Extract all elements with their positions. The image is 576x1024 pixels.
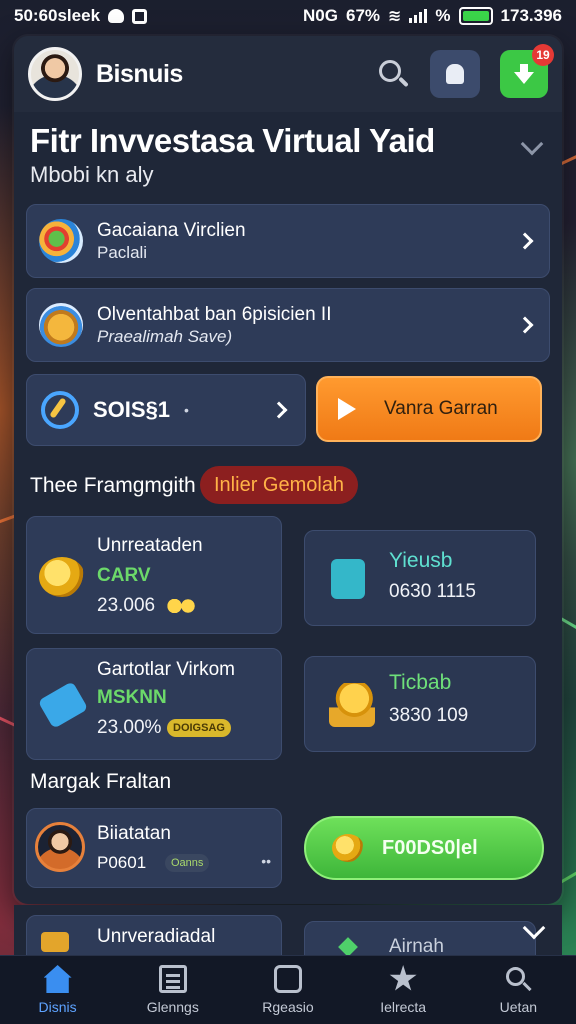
coins-icon — [167, 599, 197, 613]
stat-tag: MSKNN — [97, 687, 167, 708]
stat-mini-tag: DOIGSAG — [167, 719, 231, 737]
stat-title: Yieusb — [389, 549, 453, 572]
profile-name: Biiatatan — [97, 823, 171, 844]
signal-percent: 67% — [345, 6, 381, 25]
brand-title: Bisnuis — [96, 59, 183, 88]
stat-title: Unrreataden — [97, 535, 203, 556]
nav-item-ielrecta[interactable]: Ielrecta — [348, 965, 458, 1015]
nav-label: Rgeasio — [262, 999, 314, 1015]
list-card-2[interactable]: Olventahbat ban 6pisicien II Praealimah … — [26, 288, 550, 362]
clipboard-icon — [273, 965, 302, 993]
diamond-icon — [338, 937, 358, 955]
stat-card-3[interactable]: Gartotlar Virkom MSKNN 23.00% DOIGSAG — [26, 648, 282, 760]
stat-title: Gartotlar Virkom — [97, 659, 235, 680]
nav-item-uetan[interactable]: Uetan — [463, 965, 573, 1015]
filter-pill[interactable]: Inlier Gemolah — [200, 466, 359, 504]
peek-card-2[interactable]: Airnah — [304, 921, 536, 955]
green-cta-button[interactable]: F00DS0|el — [304, 816, 544, 880]
primary-cta-label: Vanra Garran — [384, 398, 498, 419]
peek-title: Airnah — [389, 936, 444, 955]
status-time: 50:60sleek — [14, 6, 101, 25]
stat-value: 0630 1115 — [389, 581, 476, 602]
search-button[interactable] — [376, 57, 410, 91]
primary-cta-button[interactable]: Vanra Garran — [316, 376, 542, 442]
search-icon — [504, 965, 532, 993]
list-card-1[interactable]: Gacaiana Virclien Paclali — [26, 204, 550, 278]
coin-stack-icon — [329, 683, 375, 727]
goal-card[interactable]: SOIS§1 • — [26, 374, 306, 446]
nav-label: Uetan — [499, 999, 538, 1015]
nav-item-glenngs[interactable]: Glenngs — [118, 965, 228, 1015]
basket-icon — [39, 303, 83, 347]
box-icon — [41, 932, 69, 952]
goal-extra: • — [184, 402, 189, 418]
bell-icon — [446, 64, 464, 84]
nav-item-disnis[interactable]: Disnis — [3, 965, 113, 1015]
lower-section: Unrveradiadal Airnah — [14, 905, 562, 955]
list-card-title: Gacaiana Virclien — [97, 219, 246, 241]
more-icon[interactable]: •• — [261, 853, 271, 869]
chevron-down-icon[interactable] — [520, 132, 544, 156]
document-icon — [158, 965, 187, 993]
nav-label: Ielrecta — [380, 999, 427, 1015]
chevron-right-icon — [516, 232, 534, 250]
peek-title: Unrveradiadal — [97, 926, 216, 947]
stat-value: 3830 109 — [389, 705, 469, 726]
nav-label: Disnis — [38, 999, 77, 1015]
profile-card[interactable]: Biiatatan P0601 Oanns •• — [26, 808, 282, 888]
app-header: Bisnuis 19 — [14, 36, 562, 112]
section-title-market: Margak Fraltan — [30, 770, 172, 793]
notification-button[interactable] — [430, 50, 480, 98]
rewards-button[interactable]: 19 — [500, 44, 554, 98]
heart-icon — [108, 9, 125, 23]
chevron-right-icon — [516, 316, 534, 334]
stat-value: 23.006 — [97, 595, 156, 616]
nav-label: Glenngs — [146, 999, 199, 1015]
status-bar: 50:60sleek N0G 67% ≋ % 173.396 — [0, 0, 576, 32]
hero-subtitle: Mbobi kn aly — [30, 162, 154, 187]
coins-icon — [332, 834, 364, 862]
stat-value: 23.00% — [97, 717, 162, 738]
stat-card-2[interactable]: Yieusb 0630 1115 — [304, 530, 536, 626]
profile-tag: Oanns — [165, 854, 210, 872]
battery-icon — [458, 7, 493, 25]
list-card-title: Olventahbat ban 6pisicien II — [97, 303, 332, 325]
goal-label: SOIS§1 — [93, 397, 171, 422]
profile-avatar — [35, 822, 85, 872]
clipboard-icon — [331, 559, 365, 599]
home-icon — [43, 965, 72, 993]
section-title-programs: Thee Framgmgith — [30, 474, 196, 497]
stat-card-1[interactable]: Unrreataden CARV 23.006 — [26, 516, 282, 634]
stat-card-4[interactable]: Ticbab 3830 109 — [304, 656, 536, 752]
peek-card-1[interactable]: Unrveradiadal — [26, 915, 282, 955]
nav-item-rgeasio[interactable]: Rgeasio — [233, 965, 343, 1015]
list-card-subtitle: Paclali — [97, 243, 148, 263]
bottom-nav: Disnis Glenngs Rgeasio Ielrecta Uetan — [0, 955, 576, 1024]
user-avatar[interactable] — [28, 47, 82, 101]
salad-icon — [39, 219, 83, 263]
chip-icon — [37, 681, 89, 729]
network-label: N0G — [303, 6, 338, 25]
square-icon — [132, 8, 148, 24]
status-clock: 173.396 — [500, 6, 562, 25]
download-icon — [514, 64, 534, 84]
play-icon — [338, 398, 356, 420]
star-icon — [389, 965, 417, 991]
target-icon — [41, 391, 79, 429]
chevron-right-icon — [270, 401, 288, 419]
main-panel: Bisnuis 19 Fitr Invvestasa Virtual Yaid … — [14, 36, 562, 904]
wifi-icon: ≋ — [388, 8, 402, 25]
stat-tag: CARV — [97, 565, 151, 586]
profile-code: P0601 — [97, 853, 147, 872]
signal-bars-icon — [409, 9, 428, 23]
notification-badge: 19 — [532, 44, 554, 66]
stat-title: Ticbab — [389, 671, 452, 694]
status-extra: % — [435, 6, 451, 25]
list-card-subtitle: Praealimah Save) — [97, 327, 233, 347]
gold-coin-icon — [39, 557, 85, 597]
green-cta-label: F00DS0|el — [382, 836, 478, 859]
hero-title: Fitr Invvestasa Virtual Yaid — [30, 122, 435, 159]
